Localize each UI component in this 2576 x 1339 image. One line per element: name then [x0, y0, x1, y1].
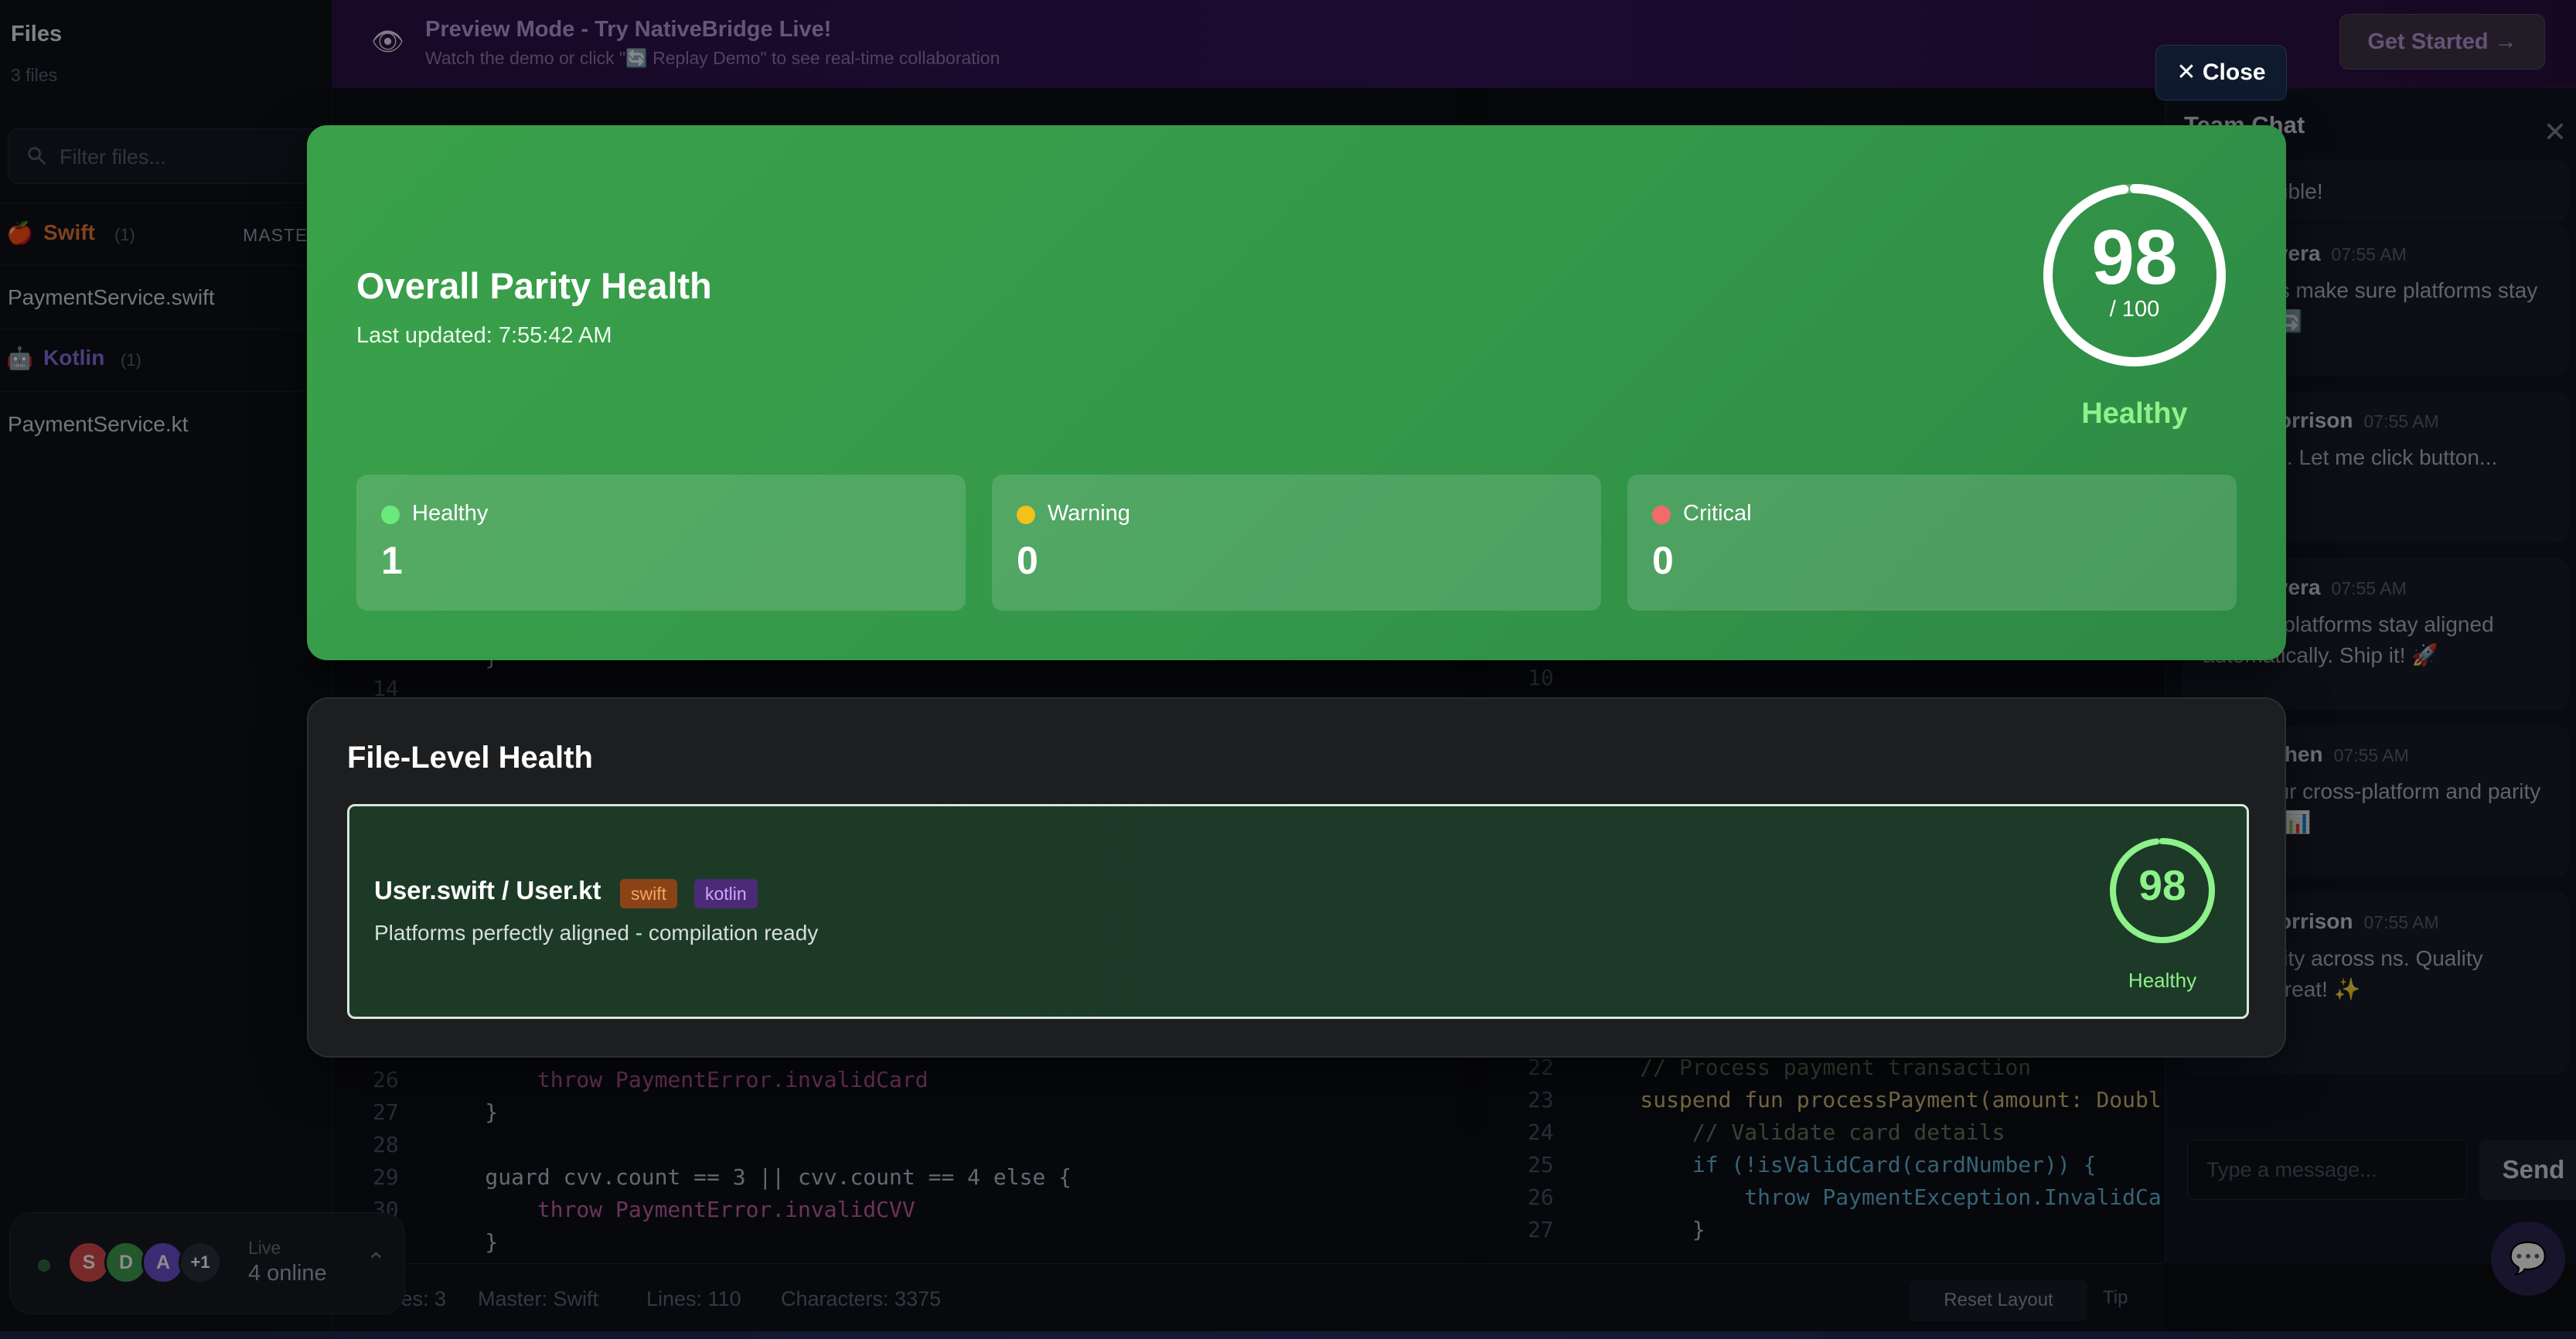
score-max: / 100	[2109, 297, 2160, 322]
stat-value: 1	[381, 539, 403, 582]
file-level-title: File-Level Health	[347, 741, 593, 775]
stat-card-warning: Warning 0	[992, 475, 1601, 611]
status-dot	[381, 506, 400, 524]
file-score: 98	[2138, 861, 2186, 909]
file-health-description: Platforms perfectly aligned - compilatio…	[374, 921, 819, 945]
file-health-row[interactable]: User.swift / User.kt swift kotlin Platfo…	[347, 804, 2249, 1019]
stat-label: Critical	[1683, 501, 1752, 526]
status-dot	[1017, 506, 1035, 524]
last-updated: Last updated: 7:55:42 AM	[356, 323, 612, 348]
stat-value: 0	[1017, 539, 1038, 582]
overall-parity-card: Overall Parity Health Last updated: 7:55…	[307, 125, 2286, 660]
file-score-ring: 98	[2107, 836, 2217, 945]
close-icon: ✕	[2176, 60, 2203, 85]
kotlin-tag: kotlin	[694, 879, 758, 908]
stat-card-critical: Critical 0	[1627, 475, 2237, 611]
close-label: Close	[2202, 60, 2266, 85]
overall-score-ring: 98 / 100	[2039, 179, 2230, 371]
overall-status: Healthy	[2081, 397, 2188, 430]
stat-label: Warning	[1048, 501, 1130, 526]
file-pair-name: User.swift / User.kt	[374, 876, 601, 905]
overall-title: Overall Parity Health	[356, 265, 712, 306]
stat-label: Healthy	[412, 501, 489, 526]
swift-tag: swift	[620, 879, 677, 908]
file-status: Healthy	[2128, 969, 2197, 992]
status-dot	[1652, 506, 1671, 524]
overall-score: 98	[2091, 214, 2178, 301]
close-button[interactable]: ✕ Close	[2155, 45, 2287, 101]
file-level-health-card: File-Level Health User.swift / User.kt s…	[307, 697, 2286, 1058]
stat-value: 0	[1652, 539, 1674, 582]
stat-card-healthy: Healthy 1	[356, 475, 966, 611]
